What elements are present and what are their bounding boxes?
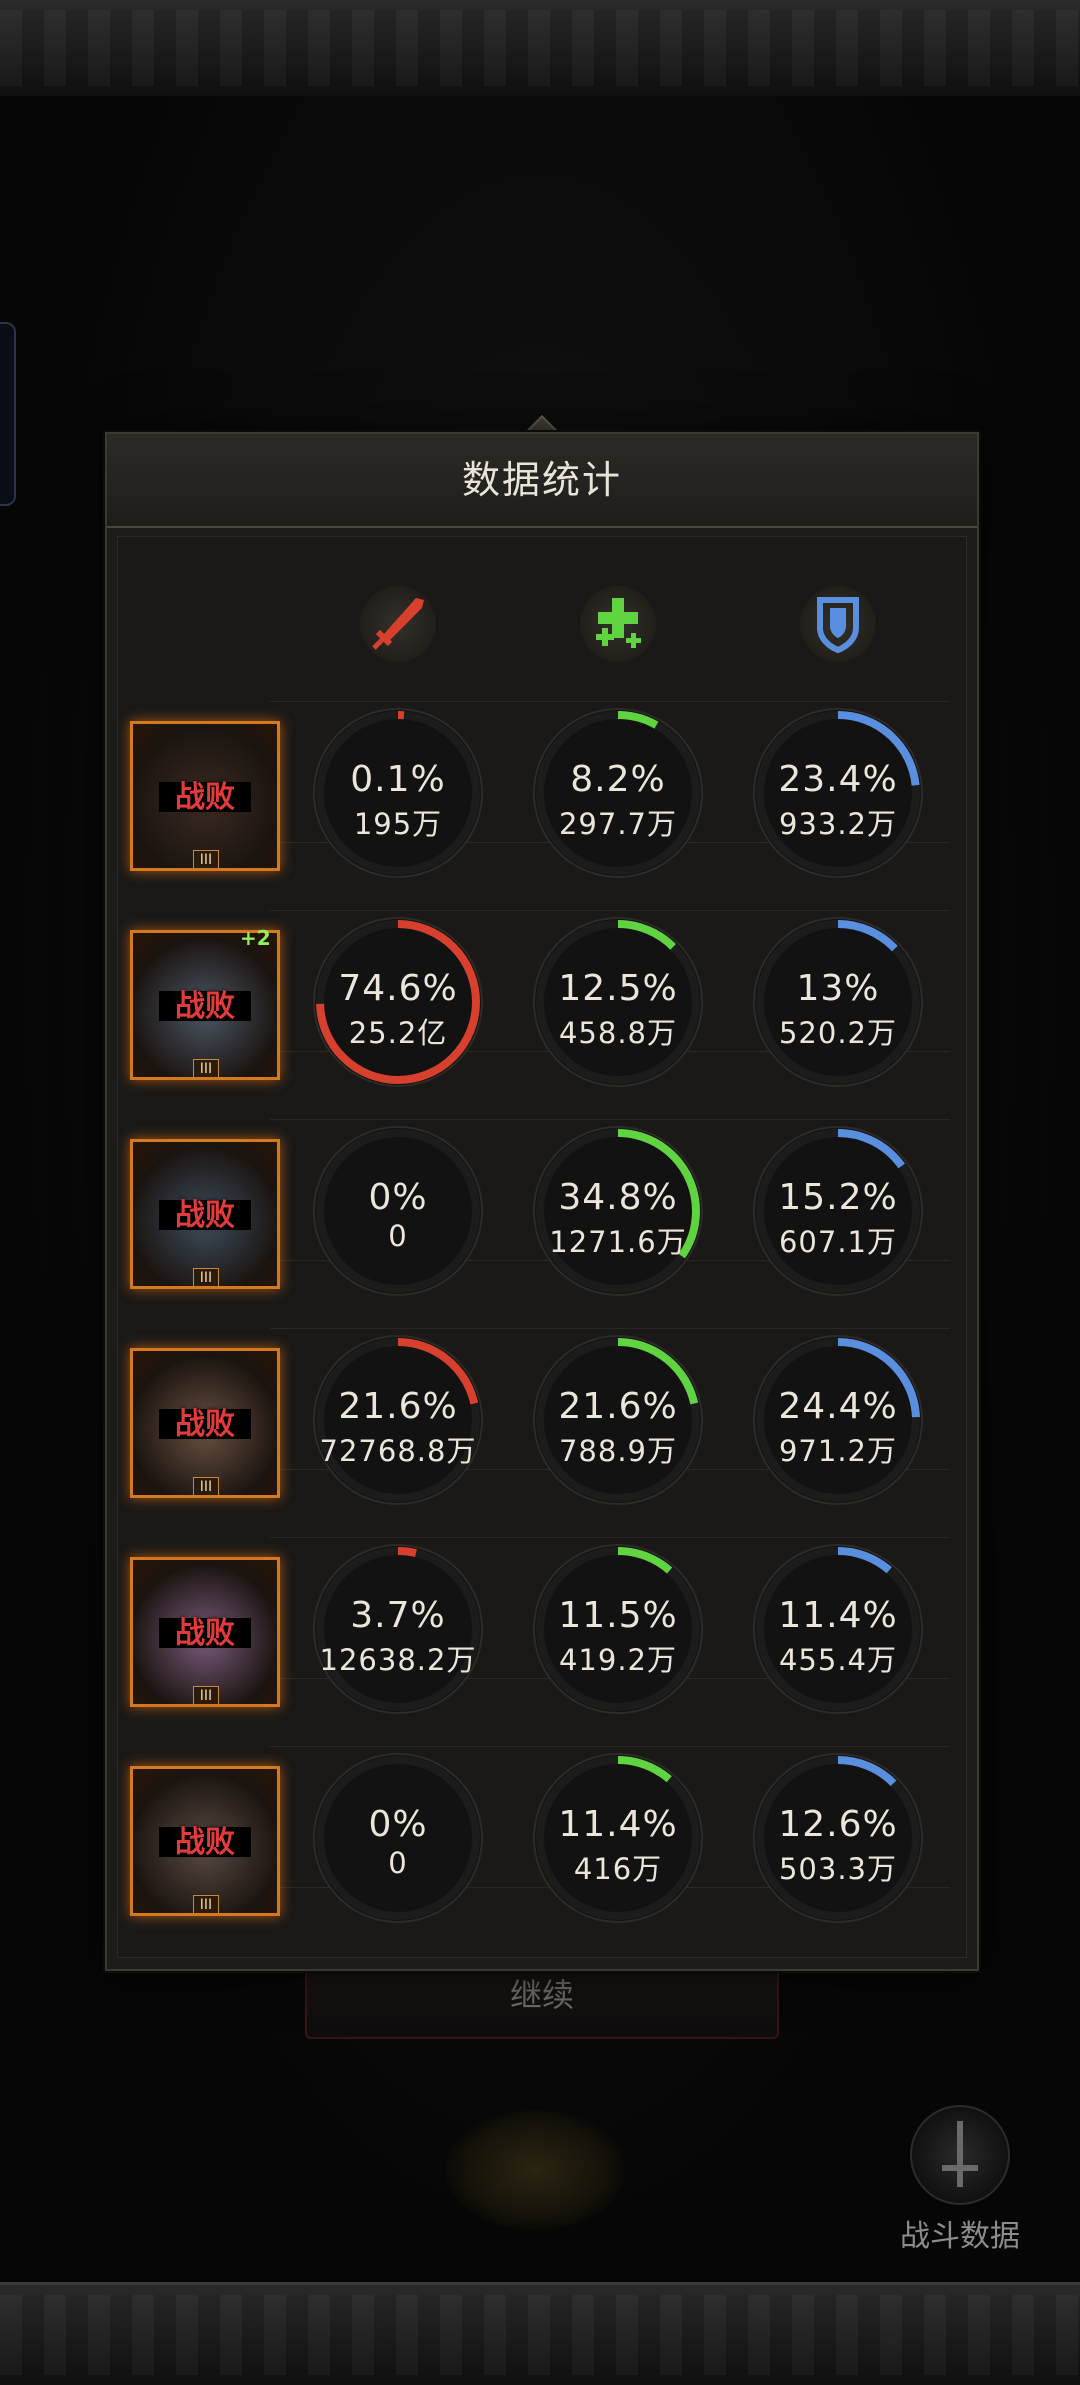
stat-percent: 74.6% — [338, 968, 458, 1009]
tier-badge: III — [193, 1059, 219, 1077]
defeat-status: 战败 — [175, 1198, 235, 1233]
battle-data-label: 战斗数据 — [900, 2219, 1020, 2254]
stat-ring: 3.7% 12638.2万 — [310, 1541, 486, 1717]
crossed-swords-icon — [910, 2105, 1010, 2205]
stat-ring: 12.5% 458.8万 — [530, 914, 706, 1090]
stat-percent: 0.1% — [350, 759, 446, 800]
stat-percent: 8.2% — [570, 759, 666, 800]
stat-ring: 15.2% 607.1万 — [750, 1123, 926, 1299]
stat-percent: 3.7% — [350, 1595, 446, 1636]
tier-badge: III — [193, 1477, 219, 1495]
hero-portrait[interactable]: 战败 III — [130, 1348, 280, 1498]
stat-value: 72768.8万 — [319, 1434, 477, 1468]
stat-percent: 11.4% — [558, 1804, 678, 1845]
stat-percent: 21.6% — [558, 1386, 678, 1427]
stat-ring: 74.6% 25.2亿 — [310, 914, 486, 1090]
stat-percent: 11.4% — [778, 1595, 898, 1636]
stat-ring: 0% 0 — [310, 1750, 486, 1926]
stat-value: 503.3万 — [778, 1852, 898, 1886]
stat-value: 455.4万 — [778, 1643, 898, 1677]
hero-portrait[interactable]: 战败 III — [130, 930, 280, 1080]
stat-ring: 11.4% 455.4万 — [750, 1541, 926, 1717]
stat-percent: 24.4% — [778, 1386, 898, 1427]
stat-percent: 23.4% — [778, 759, 898, 800]
hero-portrait[interactable]: 战败 III — [130, 721, 280, 871]
stat-value: 416万 — [573, 1852, 663, 1886]
defeat-status: 战败 — [175, 1825, 235, 1860]
stat-ring: 21.6% 788.9万 — [530, 1332, 706, 1508]
stat-percent: 11.5% — [558, 1595, 678, 1636]
stat-value: 607.1万 — [778, 1225, 898, 1259]
stat-ring: 12.6% 503.3万 — [750, 1750, 926, 1926]
stat-percent: 0% — [368, 1804, 428, 1845]
stat-percent: 0% — [368, 1177, 428, 1218]
stat-value: 458.8万 — [558, 1016, 678, 1050]
side-tab[interactable] — [0, 322, 16, 506]
stat-ring: 8.2% 297.7万 — [530, 705, 706, 881]
stat-ring: 0.1% 195万 — [310, 705, 486, 881]
defeat-status: 战败 — [175, 780, 235, 815]
shield-icon — [800, 586, 876, 662]
tier-badge: III — [193, 1686, 219, 1704]
stat-ring: 11.5% 419.2万 — [530, 1541, 706, 1717]
battle-data-button[interactable]: 战斗数据 — [880, 2105, 1040, 2254]
stat-ring: 11.4% 416万 — [530, 1750, 706, 1926]
enhance-level: +2 — [240, 926, 271, 950]
stat-ring: 24.4% 971.2万 — [750, 1332, 926, 1508]
hero-portrait[interactable]: 战败 III — [130, 1766, 280, 1916]
heal-cross-icon — [580, 586, 656, 662]
stat-percent: 34.8% — [558, 1177, 678, 1218]
bottom-frame-border — [0, 2282, 1080, 2385]
tier-badge: III — [193, 1268, 219, 1286]
stat-value: 12638.2万 — [319, 1643, 477, 1677]
defeat-status: 战败 — [175, 1407, 235, 1442]
defeat-status: 战败 — [175, 1616, 235, 1651]
stat-percent: 12.6% — [778, 1804, 898, 1845]
stat-percent: 12.5% — [558, 968, 678, 1009]
stat-value: 0 — [388, 1219, 408, 1253]
hero-portrait[interactable]: 战败 III — [130, 1557, 280, 1707]
stat-value: 933.2万 — [778, 807, 898, 841]
center-emblem-icon — [445, 2110, 625, 2230]
stat-value: 971.2万 — [778, 1434, 898, 1468]
top-frame-border — [0, 0, 1080, 99]
stat-ring: 13% 520.2万 — [750, 914, 926, 1090]
defeat-status: 战败 — [175, 989, 235, 1024]
panel-title: 数据统计 — [107, 434, 977, 528]
stat-value: 0 — [388, 1846, 408, 1880]
sword-icon — [360, 586, 436, 662]
stat-value: 520.2万 — [778, 1016, 898, 1050]
stat-percent: 15.2% — [778, 1177, 898, 1218]
tier-badge: III — [193, 850, 219, 868]
stat-ring: 34.8% 1271.6万 — [530, 1123, 706, 1299]
stat-percent: 13% — [796, 968, 880, 1009]
stat-value: 419.2万 — [558, 1643, 678, 1677]
stat-value: 788.9万 — [558, 1434, 678, 1468]
stat-value: 297.7万 — [558, 807, 678, 841]
stat-value: 195万 — [353, 807, 443, 841]
stat-percent: 21.6% — [338, 1386, 458, 1427]
tier-badge: III — [193, 1895, 219, 1913]
stat-ring: 21.6% 72768.8万 — [310, 1332, 486, 1508]
stat-ring: 0% 0 — [310, 1123, 486, 1299]
stat-value: 1271.6万 — [549, 1225, 687, 1259]
stat-value: 25.2亿 — [348, 1016, 448, 1050]
stat-ring: 23.4% 933.2万 — [750, 705, 926, 881]
hero-portrait[interactable]: 战败 III — [130, 1139, 280, 1289]
